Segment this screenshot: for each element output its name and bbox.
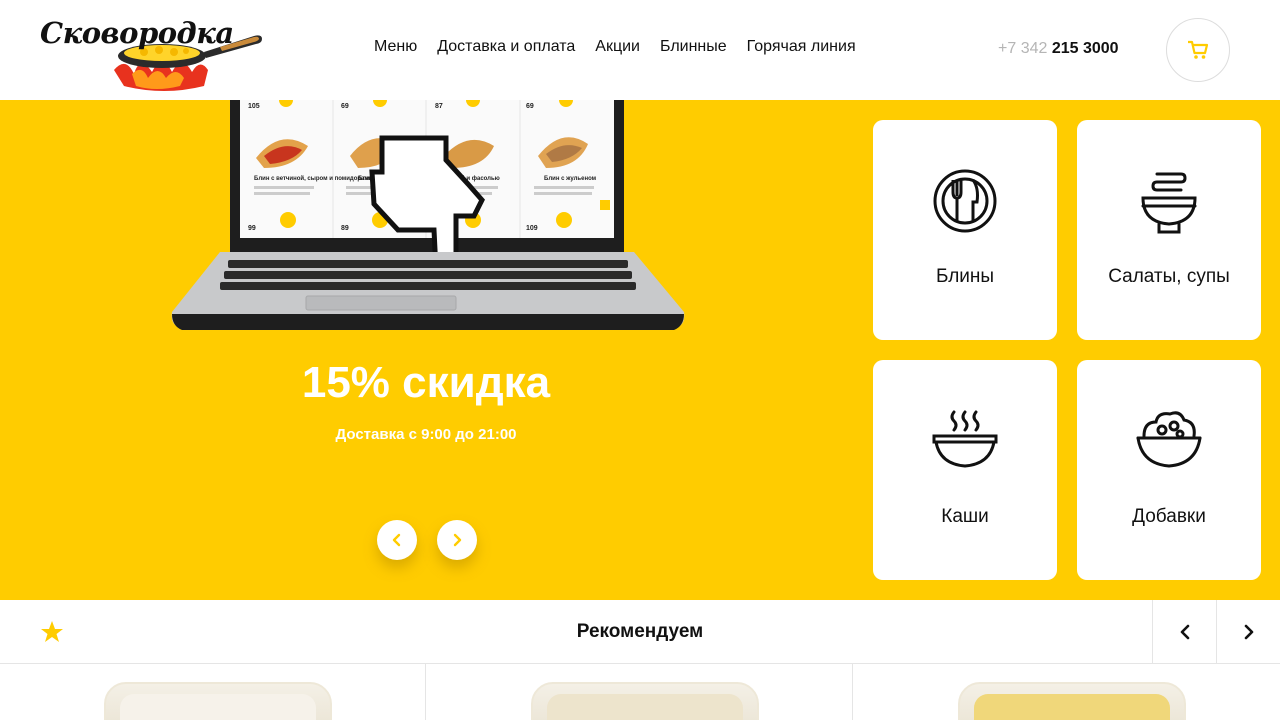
category-label: Каши — [941, 506, 989, 527]
nav-item-hotline[interactable]: Горячая линия — [747, 38, 856, 56]
product-card[interactable] — [427, 664, 853, 720]
screen-price-4: 69 — [526, 103, 534, 110]
recommend-bar: Рекомендуем — [0, 600, 1280, 664]
hero-title: 15% скидка — [301, 358, 551, 407]
screen-price-6: 89 — [341, 225, 349, 232]
steaming-bowl-icon — [932, 410, 998, 468]
product-list — [0, 664, 1280, 720]
product-card[interactable] — [0, 664, 426, 720]
hero-subtitle: Доставка с 9:00 до 21:00 — [335, 426, 517, 443]
category-extras[interactable]: Добавки — [1077, 360, 1261, 580]
screen-price-2: 69 — [341, 103, 349, 110]
cart-icon — [1188, 40, 1209, 59]
hero-prev-button[interactable] — [377, 520, 417, 560]
category-pancakes[interactable]: Блины — [873, 120, 1057, 340]
product-card[interactable] — [854, 664, 1280, 720]
product-image — [531, 682, 759, 720]
product-image — [958, 682, 1186, 720]
chevron-left-icon — [1180, 624, 1189, 640]
screen-price-8: 109 — [526, 225, 538, 232]
brand-name: Сковородка — [40, 16, 234, 50]
recommend-next-button[interactable] — [1216, 600, 1280, 664]
category-label: Салаты, супы — [1108, 266, 1230, 287]
category-salads-soups[interactable]: Салаты, супы — [1077, 120, 1261, 340]
hero-banner: 105 69 87 69 Блин с ветчиной, сыром и по… — [0, 100, 1280, 600]
chevron-right-icon — [453, 533, 462, 547]
brand-logo[interactable]: Сковородка — [38, 10, 268, 92]
chevron-left-icon — [392, 533, 401, 547]
main-nav: Меню Доставка и оплата Акции Блинные Гор… — [374, 38, 856, 56]
cart-button[interactable] — [1166, 18, 1230, 82]
category-label: Блины — [935, 266, 995, 287]
phone-code: +7 342 — [998, 40, 1048, 57]
laptop-illustration: 105 69 87 69 Блин с ветчиной, сыром и по… — [171, 100, 685, 330]
site-header: Сковородка Меню Доставка и оплата Акции … — [0, 0, 1280, 100]
plate-fork-knife-icon — [933, 169, 997, 233]
screen-price-1: 105 — [248, 103, 260, 110]
nav-item-delivery[interactable]: Доставка и оплата — [437, 38, 575, 56]
filled-bowl-icon — [1136, 411, 1202, 468]
product-image — [104, 682, 332, 720]
phone-main: 215 3000 — [1051, 40, 1119, 57]
chevron-right-icon — [1244, 624, 1253, 640]
screen-item-4: Блин с жульеном — [544, 176, 597, 182]
screen-item-1: Блин с ветчиной, сыром и помидорами — [254, 175, 373, 182]
salad-bowl-icon — [1141, 172, 1197, 234]
phone-number[interactable]: +7 342 215 3000 — [998, 40, 1119, 58]
recommend-title: Рекомендуем — [576, 621, 704, 642]
category-label: Добавки — [1132, 506, 1206, 527]
category-porridge[interactable]: Каши — [873, 360, 1057, 580]
screen-price-3: 87 — [435, 103, 443, 110]
nav-item-menu[interactable]: Меню — [374, 38, 417, 56]
nav-item-promotions[interactable]: Акции — [595, 38, 640, 56]
screen-price-5: 99 — [248, 225, 256, 232]
recommend-prev-button[interactable] — [1152, 600, 1216, 664]
nav-item-pancake-houses[interactable]: Блинные — [660, 38, 727, 56]
hero-next-button[interactable] — [437, 520, 477, 560]
